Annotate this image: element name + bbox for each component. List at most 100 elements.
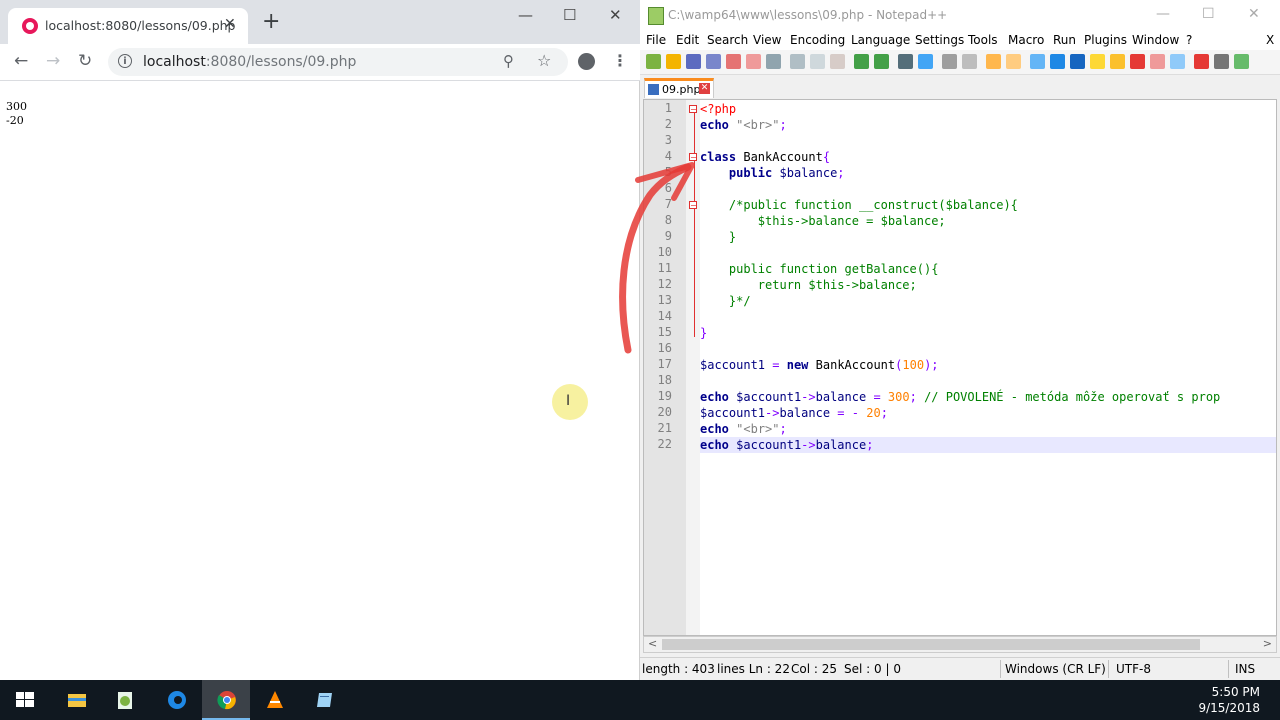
file-tab[interactable]: 09.php ✕: [644, 78, 714, 98]
menu-help[interactable]: ?: [1186, 33, 1192, 47]
status-divider: [1228, 660, 1229, 678]
profile-avatar-icon[interactable]: [578, 53, 595, 70]
folder-workspace-icon[interactable]: [1150, 54, 1165, 69]
site-info-icon[interactable]: i: [118, 54, 132, 68]
stop-record-icon[interactable]: [1214, 54, 1229, 69]
word-wrap-icon[interactable]: [1030, 54, 1045, 69]
code-area[interactable]: <?php echo "<br>"; class BankAccount{ pu…: [700, 100, 1276, 635]
reload-icon[interactable]: ↻: [78, 51, 92, 71]
function-list-icon[interactable]: [1130, 54, 1145, 69]
minimize-icon[interactable]: —: [1156, 6, 1170, 22]
monitoring-icon[interactable]: [1170, 54, 1185, 69]
save-icon[interactable]: [686, 54, 701, 69]
open-file-icon[interactable]: [666, 54, 681, 69]
line-number: 19: [657, 389, 672, 403]
code-line: $this->balance = $balance;: [757, 214, 946, 228]
maximize-icon[interactable]: ☐: [563, 6, 576, 24]
output-line: -20: [6, 114, 24, 127]
chrome-menu-icon[interactable]: ⋮: [612, 51, 628, 70]
notepad-plus-plus-icon: [648, 7, 664, 25]
scrollbar-thumb[interactable]: [662, 639, 1200, 650]
back-icon[interactable]: ←: [14, 51, 28, 71]
indent-guide-icon[interactable]: [1070, 54, 1085, 69]
page-output: 300 -20: [6, 100, 27, 128]
menu-tools[interactable]: Tools: [968, 33, 998, 47]
browser-tab[interactable]: localhost:8080/lessons/09.php ✕: [8, 8, 248, 44]
code-line: echo "<br>";: [700, 422, 787, 436]
taskbar-chrome[interactable]: [202, 680, 250, 720]
close-window-icon[interactable]: ✕: [609, 6, 622, 24]
replace-icon[interactable]: [918, 54, 933, 69]
menu-macro[interactable]: Macro: [1008, 33, 1044, 47]
menu-edit[interactable]: Edit: [676, 33, 699, 47]
scroll-left-icon[interactable]: <: [648, 637, 657, 650]
fold-toggle-icon[interactable]: −: [689, 105, 697, 114]
code-editor[interactable]: 1 2 3 4 5 6 7 8 9 10 11 12 13 14 15 16 17 18 19 20 21 22 − − …: [643, 99, 1277, 636]
undo-icon[interactable]: [854, 54, 869, 69]
system-clock[interactable]: 5:50 PM 9/15/2018: [1198, 684, 1260, 716]
close-tab-icon[interactable]: ✕: [699, 83, 710, 94]
horizontal-scrollbar[interactable]: < >: [643, 636, 1277, 653]
url-path: :8080/lessons/09.php: [205, 54, 357, 70]
close-tab-icon[interactable]: ✕: [224, 16, 236, 32]
vlc-icon: [267, 691, 283, 708]
save-all-icon[interactable]: [706, 54, 721, 69]
taskbar-notepad[interactable]: [300, 680, 348, 720]
sync-horizontal-icon[interactable]: [1006, 54, 1021, 69]
play-macro-icon[interactable]: [1234, 54, 1249, 69]
taskbar-file-explorer[interactable]: [52, 680, 100, 720]
code-line: }: [700, 326, 708, 340]
status-mode: INS: [1235, 662, 1256, 676]
cut-icon[interactable]: [790, 54, 805, 69]
new-tab-button[interactable]: +: [262, 11, 280, 33]
language-icon[interactable]: [1090, 54, 1105, 69]
menu-file[interactable]: File: [646, 33, 666, 47]
print-icon[interactable]: [766, 54, 781, 69]
zoom-icon[interactable]: ⚲: [503, 52, 514, 70]
taskbar-notepad-plus-plus[interactable]: [100, 680, 148, 720]
file-tab-label: 09.php: [662, 83, 701, 96]
menu-encoding[interactable]: Encoding: [790, 33, 845, 47]
address-bar[interactable]: i localhost:8080/lessons/09.php ⚲ ☆: [108, 48, 568, 76]
taskbar-vlc[interactable]: [250, 680, 298, 720]
minimize-icon[interactable]: —: [518, 6, 533, 24]
menu-language[interactable]: Language: [851, 33, 910, 47]
menu-plugins[interactable]: Plugins: [1084, 33, 1127, 47]
redo-icon[interactable]: [874, 54, 889, 69]
find-icon[interactable]: [898, 54, 913, 69]
paste-icon[interactable]: [830, 54, 845, 69]
menu-settings[interactable]: Settings: [915, 33, 964, 47]
close-window-icon[interactable]: ✕: [1248, 6, 1260, 22]
line-number: 20: [657, 405, 672, 419]
new-file-icon[interactable]: [646, 54, 661, 69]
close-all-icon[interactable]: [746, 54, 761, 69]
close-document-icon[interactable]: X: [1266, 33, 1274, 47]
taskbar-edge[interactable]: [152, 680, 200, 720]
bookmark-star-icon[interactable]: ☆: [537, 51, 551, 70]
doc-map-icon[interactable]: [1110, 54, 1125, 69]
zoom-out-icon[interactable]: [962, 54, 977, 69]
code-line: }: [728, 230, 737, 244]
scroll-right-icon[interactable]: >: [1263, 637, 1272, 650]
maximize-icon[interactable]: ☐: [1202, 6, 1215, 22]
menu-view[interactable]: View: [753, 33, 781, 47]
chrome-icon: [217, 691, 236, 710]
menu-search[interactable]: Search: [707, 33, 748, 47]
sync-vertical-icon[interactable]: [986, 54, 1001, 69]
code-line: }*/: [728, 294, 751, 308]
show-all-characters-icon[interactable]: [1050, 54, 1065, 69]
copy-icon[interactable]: [810, 54, 825, 69]
browser-toolbar: ← → ↻ i localhost:8080/lessons/09.php ⚲ …: [0, 44, 640, 81]
close-icon[interactable]: [726, 54, 741, 69]
forward-icon[interactable]: →: [46, 51, 60, 71]
zoom-in-icon[interactable]: [942, 54, 957, 69]
menu-run[interactable]: Run: [1053, 33, 1076, 47]
editor-toolbar: [640, 50, 1280, 75]
tab-strip: localhost:8080/lessons/09.php ✕ + — ☐ ✕: [0, 0, 640, 44]
code-line: echo "<br>";: [700, 118, 787, 132]
record-macro-icon[interactable]: [1194, 54, 1209, 69]
menu-window[interactable]: Window: [1132, 33, 1179, 47]
start-button[interactable]: [0, 680, 48, 720]
